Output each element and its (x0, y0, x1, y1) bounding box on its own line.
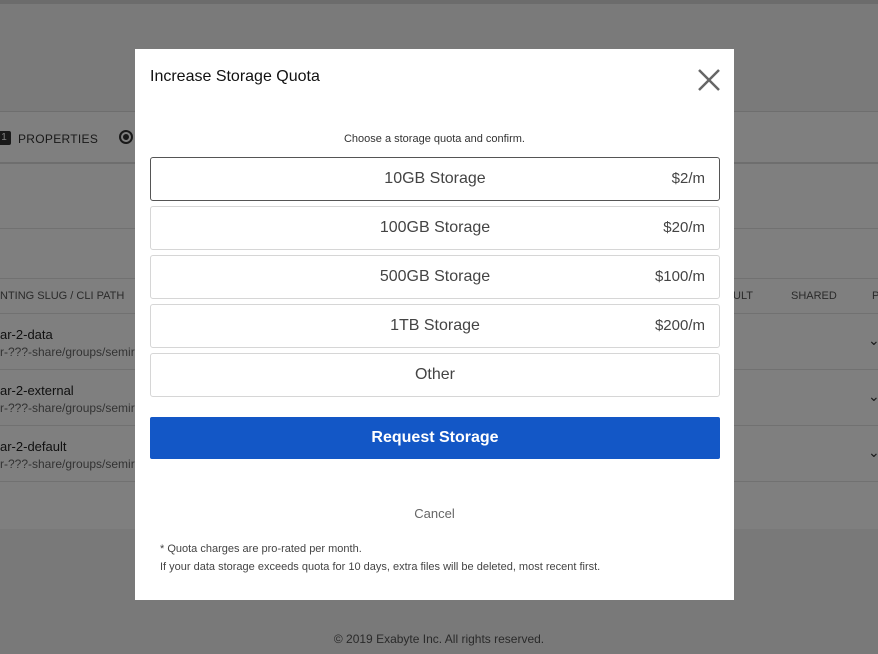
dialog-subtitle: Choose a storage quota and confirm. (343, 133, 525, 145)
option-label: Other (414, 366, 455, 383)
option-500gb[interactable]: 500GB Storage $100/m (150, 255, 720, 299)
request-storage-button[interactable]: Request Storage (150, 417, 720, 459)
option-price: $20/m (663, 219, 705, 236)
option-other[interactable]: Other (150, 353, 720, 397)
storage-quota-dialog: Increase Storage Quota Choose a storage … (135, 49, 734, 600)
pricing-note: * Quota charges are pro-rated per month. (160, 543, 362, 555)
option-price: $2/m (671, 170, 705, 187)
option-label: 10GB Storage (384, 170, 486, 187)
option-label: 500GB Storage (379, 268, 491, 285)
option-1tb[interactable]: 1TB Storage $200/m (150, 304, 720, 348)
dialog-title: Increase Storage Quota (150, 68, 320, 85)
option-10gb[interactable]: 10GB Storage $2/m (150, 157, 720, 201)
cancel-button[interactable]: Cancel (135, 506, 734, 521)
option-label: 1TB Storage (390, 317, 480, 334)
close-icon (698, 69, 720, 91)
option-price: $100/m (654, 268, 705, 285)
option-100gb[interactable]: 100GB Storage $20/m (150, 206, 720, 250)
deletion-warning: If your data storage exceeds quota for 1… (160, 561, 601, 573)
option-label: 100GB Storage (379, 219, 491, 236)
option-price: $200/m (654, 317, 705, 334)
close-button[interactable] (695, 66, 723, 94)
